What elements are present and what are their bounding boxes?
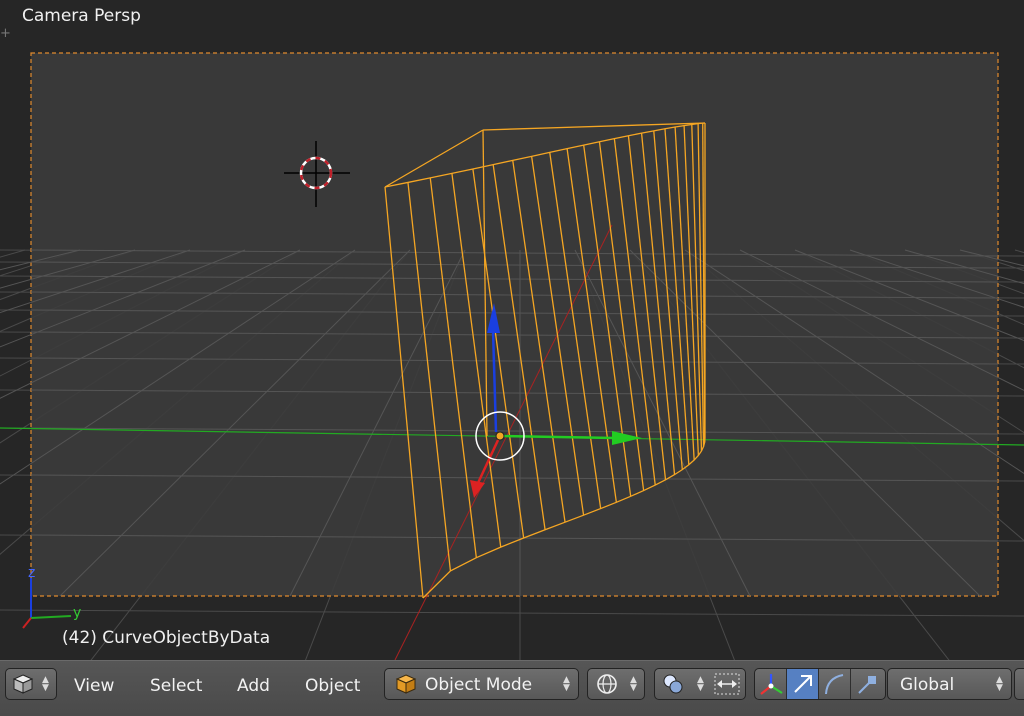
viewport-header: ▲ ▼ View Select Add Object Object Mode ▲ ▼… (0, 660, 1024, 716)
3d-viewport[interactable]: z y Camera Persp (42) CurveObjectByData … (0, 0, 1024, 660)
dropdown-arrows-icon: ▲ ▼ (697, 675, 704, 693)
cube-icon (12, 674, 34, 694)
layers-partial-widget[interactable] (1014, 668, 1024, 700)
axes-manipulator-icon (760, 674, 783, 695)
mode-selector[interactable]: Object Mode ▲ ▼ (384, 668, 579, 700)
mode-label: Object Mode (425, 675, 533, 695)
snap-arrows-icon[interactable] (713, 672, 741, 696)
scale-tool-button[interactable] (851, 669, 883, 699)
dropdown-arrows-icon: ▲ ▼ (42, 675, 49, 693)
gizmo-z-label: z (28, 565, 35, 581)
rotate-arc-icon (825, 674, 844, 695)
dropdown-arrows-icon: ▲ ▼ (630, 675, 637, 693)
menu-select[interactable]: Select (150, 676, 202, 696)
dropdown-arrows-icon: ▲ ▼ (996, 675, 1003, 693)
manipulator-group (754, 668, 886, 700)
menu-object[interactable]: Object (305, 676, 360, 696)
scene-canvas[interactable]: z y (0, 0, 1024, 660)
viewport-title: Camera Persp (22, 6, 141, 26)
translate-arrow-icon (794, 675, 812, 693)
camera-frame (30, 52, 999, 597)
gizmo-y-label: y (73, 605, 81, 621)
object-origin (495, 431, 505, 441)
active-object-label: (42) CurveObjectByData (62, 628, 271, 648)
region-toggle-icon[interactable]: + (0, 26, 11, 41)
translate-tool-button[interactable] (787, 669, 819, 699)
menu-view[interactable]: View (74, 676, 114, 696)
scale-icon (858, 676, 876, 694)
rotate-tool-button[interactable] (819, 669, 851, 699)
object-cube-icon (395, 674, 417, 694)
editor-type-selector[interactable]: ▲ ▼ (5, 668, 57, 700)
menu-add[interactable]: Add (237, 676, 270, 696)
shading-selector[interactable]: ▲ ▼ (587, 668, 645, 700)
orientation-label: Global (900, 675, 955, 695)
pivot-snap-group: ▲ ▼ (654, 668, 746, 700)
sphere-wire-icon (597, 674, 617, 694)
manipulator-toggle[interactable] (755, 669, 787, 699)
pivot-spheres-icon[interactable] (661, 672, 687, 696)
orientation-selector[interactable]: Global ▲ ▼ (887, 668, 1012, 700)
dropdown-arrows-icon: ▲ ▼ (563, 675, 570, 693)
